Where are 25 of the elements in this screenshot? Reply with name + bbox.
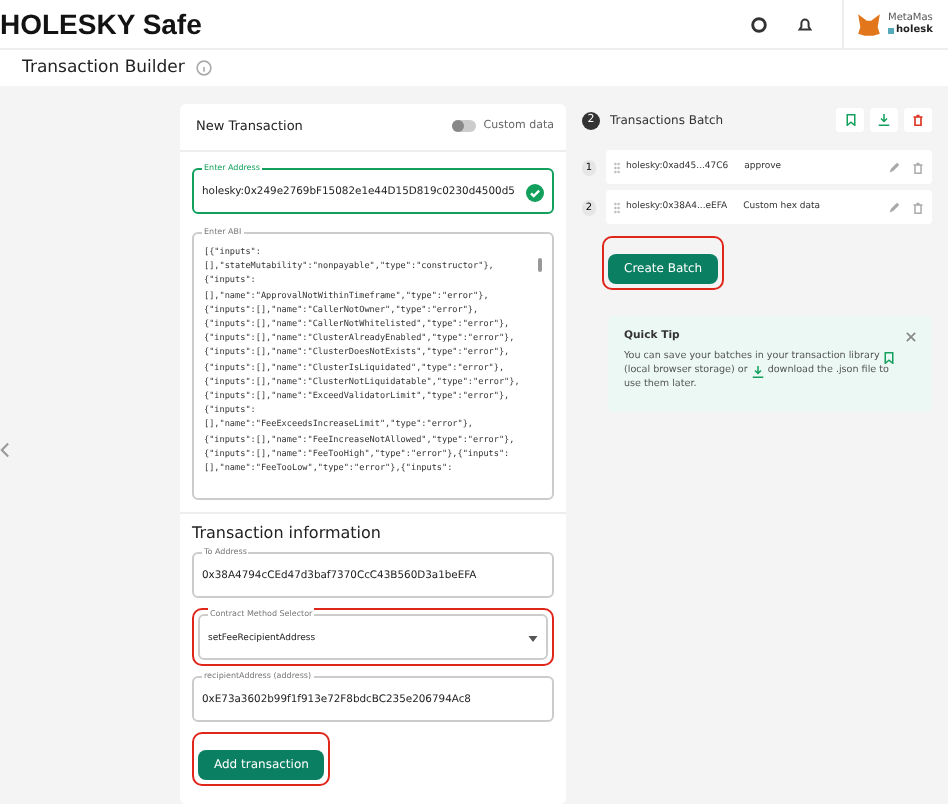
trash-icon[interactable]	[912, 161, 924, 173]
drag-handle-icon[interactable]	[614, 161, 620, 173]
drag-handle-icon[interactable]	[614, 201, 620, 213]
download-button[interactable]	[870, 108, 898, 132]
pencil-icon[interactable]	[888, 161, 900, 173]
fox-icon[interactable]	[856, 11, 882, 37]
bookmark-button[interactable]	[836, 108, 864, 132]
abi-field[interactable]	[192, 232, 554, 500]
section-title: Transaction information	[192, 524, 383, 542]
info-icon[interactable]	[196, 60, 213, 76]
toggle-switch[interactable]	[451, 120, 476, 132]
trash-icon[interactable]	[912, 201, 924, 213]
app-title: HOLESKY Safe	[0, 8, 202, 40]
delete-button[interactable]	[904, 108, 932, 132]
scrollbar[interactable]	[538, 258, 542, 272]
dropdown-caret-icon	[528, 635, 538, 641]
bell-icon[interactable]	[796, 15, 814, 33]
download-icon	[751, 365, 764, 377]
pencil-icon[interactable]	[888, 201, 900, 213]
bookmark-icon	[845, 114, 855, 126]
bookmark-icon	[883, 351, 894, 363]
trash-icon	[912, 114, 924, 126]
page-title: Transaction Builder	[22, 58, 185, 78]
close-icon[interactable]	[906, 331, 916, 341]
download-icon	[878, 114, 890, 126]
